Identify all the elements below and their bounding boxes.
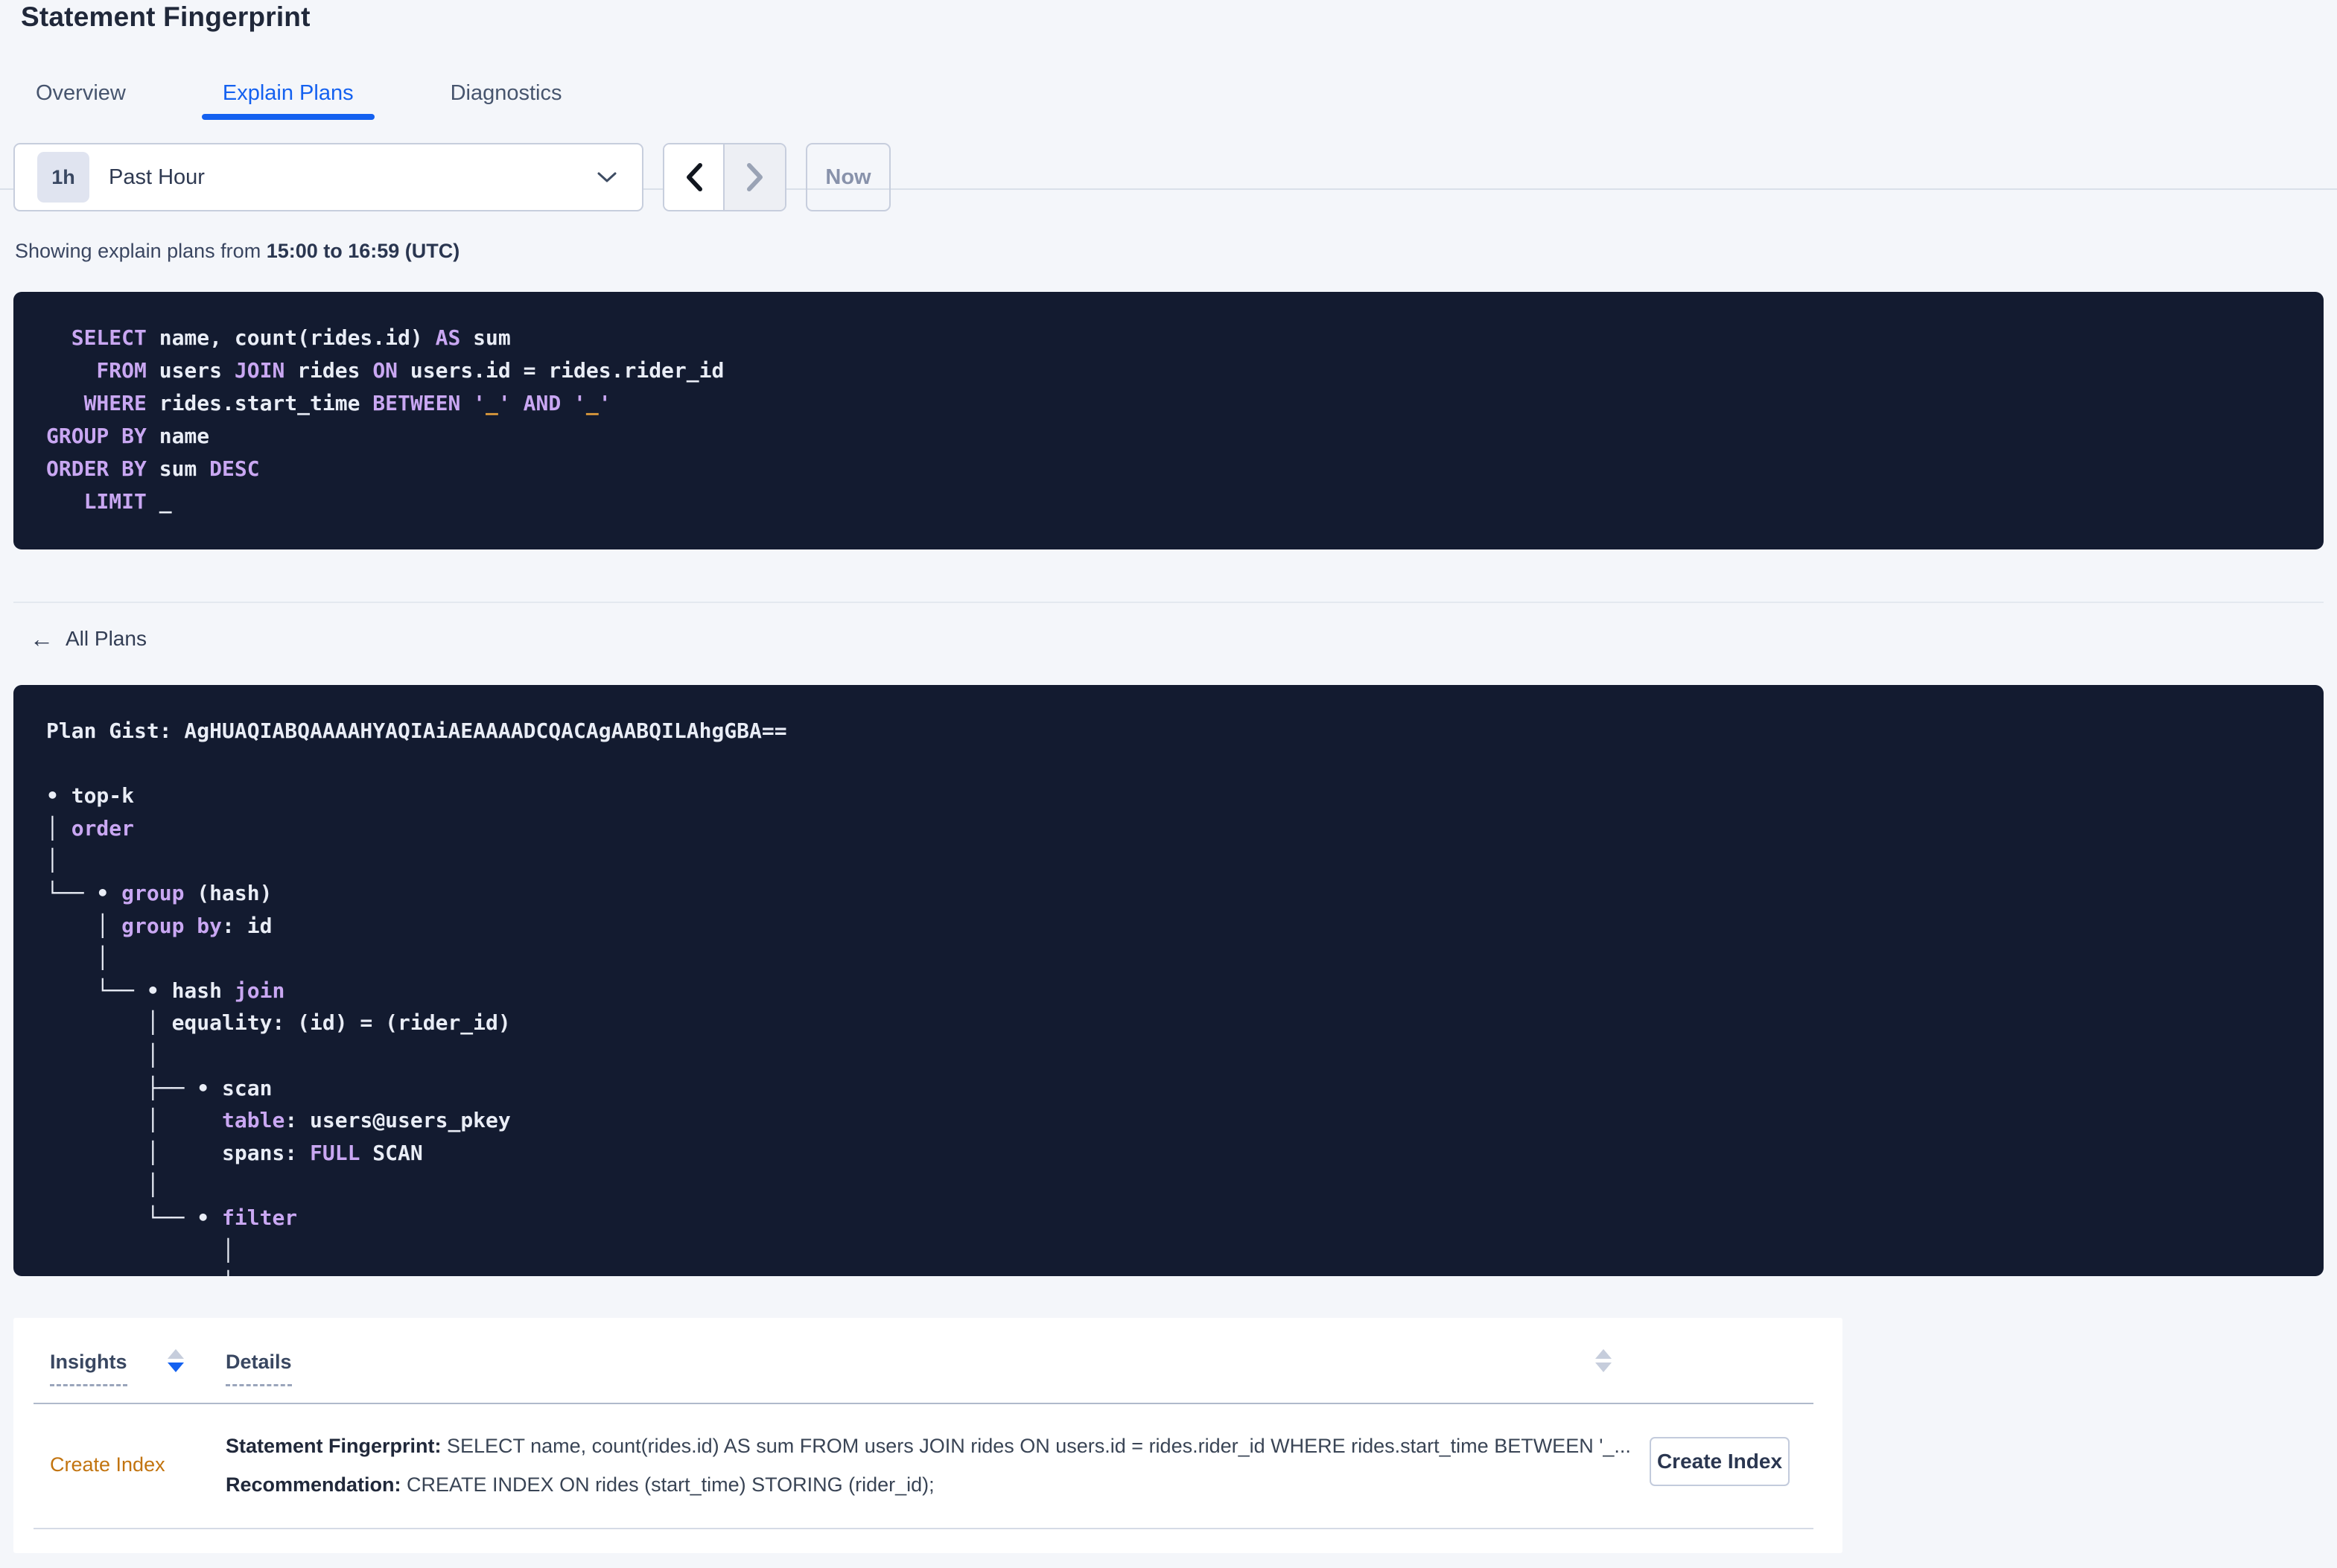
- detail-recommendation: Recommendation: CREATE INDEX ON rides (s…: [226, 1473, 935, 1496]
- table-row-divider: [34, 1528, 1813, 1529]
- sort-down-icon: [168, 1363, 184, 1372]
- column-header-details[interactable]: Details: [226, 1351, 292, 1386]
- next-range-button[interactable]: [725, 144, 785, 210]
- sort-toggle-details[interactable]: [1595, 1349, 1612, 1372]
- create-index-button[interactable]: Create Index: [1650, 1437, 1790, 1486]
- chevron-right-icon: [746, 163, 763, 191]
- insight-details: Statement Fingerprint: SELECT name, coun…: [226, 1427, 1631, 1504]
- tab-explain-plans[interactable]: Explain Plans: [201, 68, 375, 120]
- showing-range-text: Showing explain plans from 15:00 to 16:5…: [15, 240, 460, 262]
- insights-table-card: Insights Details Create Index Statement …: [13, 1318, 1842, 1553]
- time-nav-arrows: [663, 143, 786, 211]
- sort-up-icon: [1595, 1349, 1612, 1359]
- statement-fingerprint-page: Statement Fingerprint Overview Explain P…: [0, 0, 2337, 1568]
- active-tab-underline: [201, 114, 375, 120]
- table-header-divider: [34, 1403, 1813, 1404]
- page-title: Statement Fingerprint: [21, 1, 311, 32]
- now-button[interactable]: Now: [806, 143, 891, 211]
- chevron-down-icon: [597, 172, 617, 182]
- column-header-insights[interactable]: Insights: [50, 1351, 127, 1386]
- insight-type-link[interactable]: Create Index: [50, 1453, 165, 1476]
- time-range-badge: 1h: [37, 152, 89, 203]
- time-range-label: Past Hour: [109, 165, 205, 189]
- plan-gist-code-block: Plan Gist: AgHUAQIABQAAAAHYAQIAiAEAAAADC…: [13, 685, 2324, 1276]
- section-divider: [13, 602, 2324, 603]
- all-plans-label: All Plans: [66, 627, 147, 650]
- chevron-left-icon: [686, 163, 702, 191]
- sort-toggle-insights[interactable]: [168, 1349, 184, 1372]
- all-plans-back-link[interactable]: ← All Plans: [30, 627, 147, 651]
- tab-diagnostics[interactable]: Diagnostics: [451, 68, 562, 118]
- showing-range-value: 15:00 to 16:59 (UTC): [266, 240, 460, 262]
- sort-up-icon: [168, 1349, 184, 1359]
- time-range-dropdown[interactable]: 1h Past Hour: [13, 143, 643, 211]
- back-arrow-icon: ←: [30, 625, 54, 652]
- tab-overview[interactable]: Overview: [36, 68, 126, 118]
- detail-statement-fingerprint: Statement Fingerprint: SELECT name, coun…: [226, 1435, 1631, 1457]
- previous-range-button[interactable]: [664, 144, 725, 210]
- sort-down-icon: [1595, 1363, 1612, 1372]
- tab-bar: Overview Explain Plans Diagnostics: [0, 68, 2337, 190]
- time-controls: 1h Past Hour Now: [13, 143, 891, 211]
- sql-fingerprint-code-block: SELECT name, count(rides.id) AS sum FROM…: [13, 292, 2324, 549]
